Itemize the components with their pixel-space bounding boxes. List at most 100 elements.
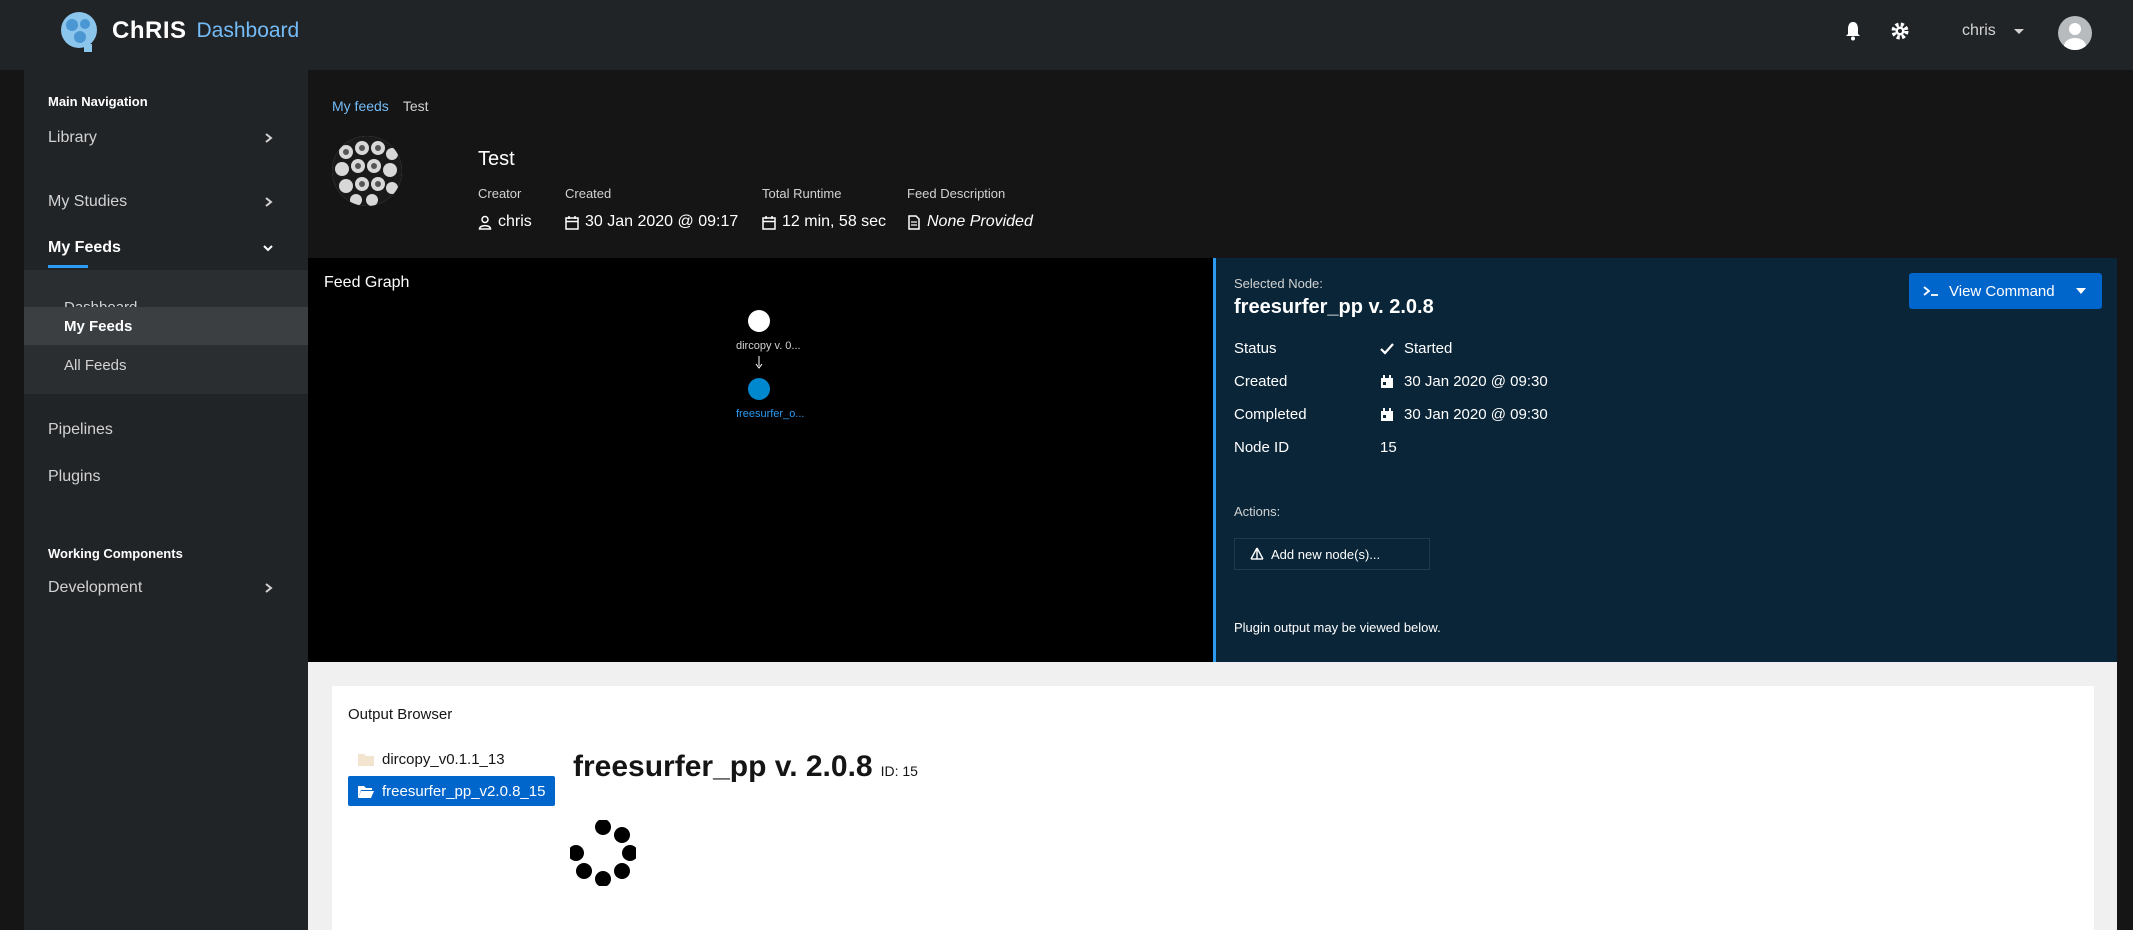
sidebar-item-library[interactable]: Library xyxy=(24,116,308,160)
sidebar: Main Navigation Library My Studies My Fe… xyxy=(24,70,308,930)
chevron-right-icon xyxy=(265,133,273,143)
sidebar-item-pipelines[interactable]: Pipelines xyxy=(24,408,308,452)
file-icon xyxy=(908,214,920,230)
runtime-value: 12 min, 58 sec xyxy=(782,213,887,230)
nav-section-working: Working Components xyxy=(48,546,183,561)
meta-value: 30 Jan 2020 @ 09:17 xyxy=(565,213,738,231)
meta-value: chris xyxy=(478,213,532,231)
meta-label: Created xyxy=(565,186,612,201)
completed-value: 30 Jan 2020 @ 09:30 xyxy=(1380,406,1548,423)
caret-down-icon[interactable] xyxy=(2012,24,2026,38)
output-browser-card: Output Browser dircopy_v0.1.1_13 freesur… xyxy=(332,686,2094,930)
sidebar-subitem-all-feeds[interactable]: All Feeds xyxy=(24,346,308,384)
completed-text: 30 Jan 2020 @ 09:30 xyxy=(1404,406,1548,423)
sidebar-item-label: My Studies xyxy=(48,193,128,210)
app-subtitle: Dashboard xyxy=(196,19,300,42)
gear-icon[interactable] xyxy=(1890,20,1910,42)
view-command-button[interactable]: View Command xyxy=(1909,273,2102,309)
sidebar-item-label: Pipelines xyxy=(48,421,113,438)
created-text: 30 Jan 2020 @ 09:30 xyxy=(1404,373,1548,390)
breadcrumb: My feeds Test xyxy=(332,98,429,114)
graph-node-label: freesurfer_o... xyxy=(736,408,805,420)
breadcrumb-current: Test xyxy=(402,98,429,114)
chevron-down-icon xyxy=(263,245,273,252)
sidebar-item-label: My Feeds xyxy=(48,239,121,256)
active-section-indicator xyxy=(48,265,88,268)
graph-node-dircopy[interactable] xyxy=(748,310,770,332)
selected-node-label: Selected Node: xyxy=(1234,276,1323,291)
meta-runtime: Total Runtime 12 min, 58 sec xyxy=(762,186,886,231)
output-plugin-id: ID: 15 xyxy=(880,763,918,779)
chevron-right-icon xyxy=(265,583,273,593)
output-plugin-title: freesurfer_pp v. 2.0.8 ID: 15 xyxy=(573,750,918,784)
dir-label: dircopy_v0.1.1_13 xyxy=(382,750,505,768)
chevron-right-icon xyxy=(265,197,273,207)
status-label: Status xyxy=(1234,340,1277,357)
sidebar-subitem-label: All Feeds xyxy=(64,356,127,374)
feed-header: My feeds Test Test Creator chris Created xyxy=(308,70,2117,258)
chris-logo-icon xyxy=(61,12,97,52)
check-icon xyxy=(1380,342,1394,355)
calendar-icon xyxy=(1381,374,1393,388)
user-menu[interactable]: chris xyxy=(1962,22,1996,40)
plugin-output-note: Plugin output may be viewed below. xyxy=(1234,620,1441,635)
masthead: ChRIS Dashboard chris xyxy=(0,0,2133,70)
meta-description: Feed Description None Provided xyxy=(907,186,1033,231)
sitemap-icon xyxy=(1250,547,1264,560)
sidebar-subitem-label: My Feeds xyxy=(64,317,133,335)
dir-label: freesurfer_pp_v2.0.8_15 xyxy=(382,782,546,800)
selected-node-panel: Selected Node: freesurfer_pp v. 2.0.8 Vi… xyxy=(1213,258,2117,662)
folder-icon xyxy=(358,753,374,766)
created-label: Created xyxy=(1234,373,1288,390)
calendar-icon xyxy=(1381,407,1393,421)
feed-graph-title: Feed Graph xyxy=(324,274,410,291)
bell-icon[interactable] xyxy=(1843,20,1863,42)
avatar[interactable] xyxy=(2058,16,2092,50)
calendar-icon xyxy=(762,215,776,230)
meta-value: None Provided xyxy=(907,213,1033,231)
sidebar-item-label: Library xyxy=(48,129,97,146)
folder-open-icon xyxy=(358,785,374,798)
sidebar-item-my-feeds[interactable]: My Feeds xyxy=(24,226,308,270)
calendar-icon xyxy=(565,215,579,230)
dir-item-dircopy[interactable]: dircopy_v0.1.1_13 xyxy=(348,744,515,774)
terminal-icon xyxy=(1923,286,1938,296)
nav-section-main: Main Navigation xyxy=(48,94,148,109)
app-title: ChRIS xyxy=(112,17,187,44)
sidebar-subitem-my-feeds[interactable]: My Feeds xyxy=(24,307,308,345)
meta-label: Creator xyxy=(478,186,522,201)
feed-graph: Feed Graph dircopy v. 0... freesurfer_o.… xyxy=(308,258,1213,662)
brand[interactable]: ChRIS Dashboard xyxy=(54,8,299,54)
created-value: 30 Jan 2020 @ 09:30 xyxy=(1380,373,1548,390)
sidebar-item-label: Plugins xyxy=(48,468,101,485)
brain-scan-thumbnail xyxy=(332,136,402,206)
meta-created: Created 30 Jan 2020 @ 09:17 xyxy=(565,186,738,231)
feed-thumbnail xyxy=(332,136,402,206)
meta-label: Feed Description xyxy=(907,186,1006,201)
creator-value: chris xyxy=(498,213,532,230)
sidebar-item-plugins[interactable]: Plugins xyxy=(24,455,308,499)
caret-down-icon xyxy=(2076,288,2086,294)
sidebar-item-development[interactable]: Development xyxy=(24,566,308,610)
user-icon xyxy=(478,215,492,230)
avatar-icon xyxy=(2064,23,2086,50)
feed-title: Test xyxy=(478,148,515,170)
add-node-button[interactable]: Add new node(s)... xyxy=(1234,538,1430,570)
breadcrumb-link-my-feeds[interactable]: My feeds xyxy=(332,98,389,114)
output-browser-title: Output Browser xyxy=(348,706,453,723)
dir-item-freesurfer[interactable]: freesurfer_pp_v2.0.8_15 xyxy=(348,776,556,806)
completed-label: Completed xyxy=(1234,406,1307,423)
graph-node-label: dircopy v. 0... xyxy=(736,340,801,352)
add-node-label: Add new node(s)... xyxy=(1271,546,1381,562)
graph-edge-arrow-icon xyxy=(755,356,763,369)
status-value: Started xyxy=(1380,340,1452,357)
actions-label: Actions: xyxy=(1234,504,1281,519)
sidebar-item-my-studies[interactable]: My Studies xyxy=(24,180,308,224)
loading-spinner-icon xyxy=(570,820,636,886)
view-command-label: View Command xyxy=(1949,282,2055,300)
node-id-value: 15 xyxy=(1380,439,1397,456)
graph-node-freesurfer[interactable] xyxy=(748,378,770,400)
output-browser-section: Output Browser dircopy_v0.1.1_13 freesur… xyxy=(308,662,2117,930)
meta-label: Total Runtime xyxy=(762,186,842,201)
sidebar-item-label: Development xyxy=(48,579,143,596)
